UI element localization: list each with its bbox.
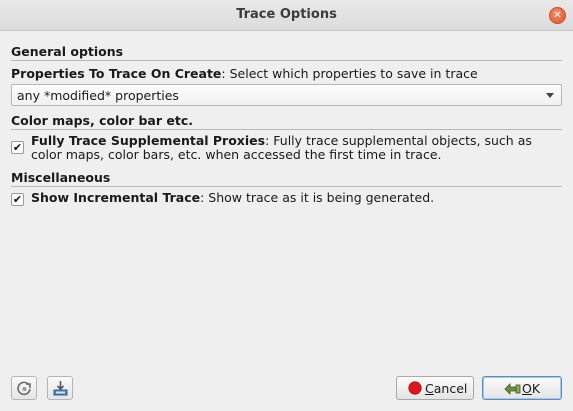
combobox-value: any *modified* properties [17,88,179,103]
restore-defaults-icon [17,381,31,396]
save-as-default-icon [53,381,68,396]
fully-trace-supplemental-checkbox[interactable]: ✔ [11,141,24,154]
show-incremental-trace-label: Show Incremental Trace [31,190,201,205]
properties-to-trace-combobox[interactable]: any *modified* properties [11,84,562,106]
fully-trace-supplemental-row[interactable]: ✔ Fully Trace Supplemental Proxies: Full… [11,134,562,164]
properties-to-trace-line: Properties To Trace On Create: Select wh… [11,66,478,81]
ok-icon [504,383,521,395]
restore-defaults-button[interactable] [11,376,37,400]
ok-button[interactable]: OK [482,376,562,400]
show-incremental-trace-description: : Show trace as it is being generated. [200,190,435,205]
properties-to-trace-description: : Select which properties to save in tra… [221,66,478,81]
cancel-button[interactable]: Cancel [396,376,474,400]
checkmark-icon: ✔ [12,141,23,154]
section-header-general: General options [11,44,124,59]
show-incremental-trace-text: Show Incremental Trace: Show trace as it… [31,191,561,205]
title-bar: Trace Options ✕ [0,0,573,31]
ok-label-rest: K [531,381,541,396]
close-button[interactable]: ✕ [549,7,566,24]
section-header-misc: Miscellaneous [11,170,111,185]
cancel-mnemonic: C [425,381,434,396]
fully-trace-supplemental-label: Fully Trace Supplemental Proxies [31,133,266,148]
fully-trace-supplemental-text: Fully Trace Supplemental Proxies: Fully … [31,134,561,162]
section-divider-colormaps [11,129,562,130]
section-header-colormaps: Color maps, color bar etc. [11,113,193,128]
ok-mnemonic: O [522,381,532,396]
cancel-icon [408,381,422,395]
ok-label: OK [522,381,540,396]
cancel-label: Cancel [425,381,467,396]
close-icon: ✕ [553,10,562,21]
show-incremental-trace-checkbox[interactable]: ✔ [11,193,24,206]
section-divider-general [11,60,562,61]
dropdown-arrow-icon [546,93,554,98]
window-title: Trace Options [236,7,337,22]
save-as-default-button[interactable] [47,376,73,400]
properties-to-trace-label: Properties To Trace On Create [11,66,222,81]
cancel-label-rest: ancel [433,381,468,396]
section-divider-misc [11,186,562,187]
show-incremental-trace-row[interactable]: ✔ Show Incremental Trace: Show trace as … [11,191,562,207]
checkmark-icon: ✔ [12,193,23,206]
